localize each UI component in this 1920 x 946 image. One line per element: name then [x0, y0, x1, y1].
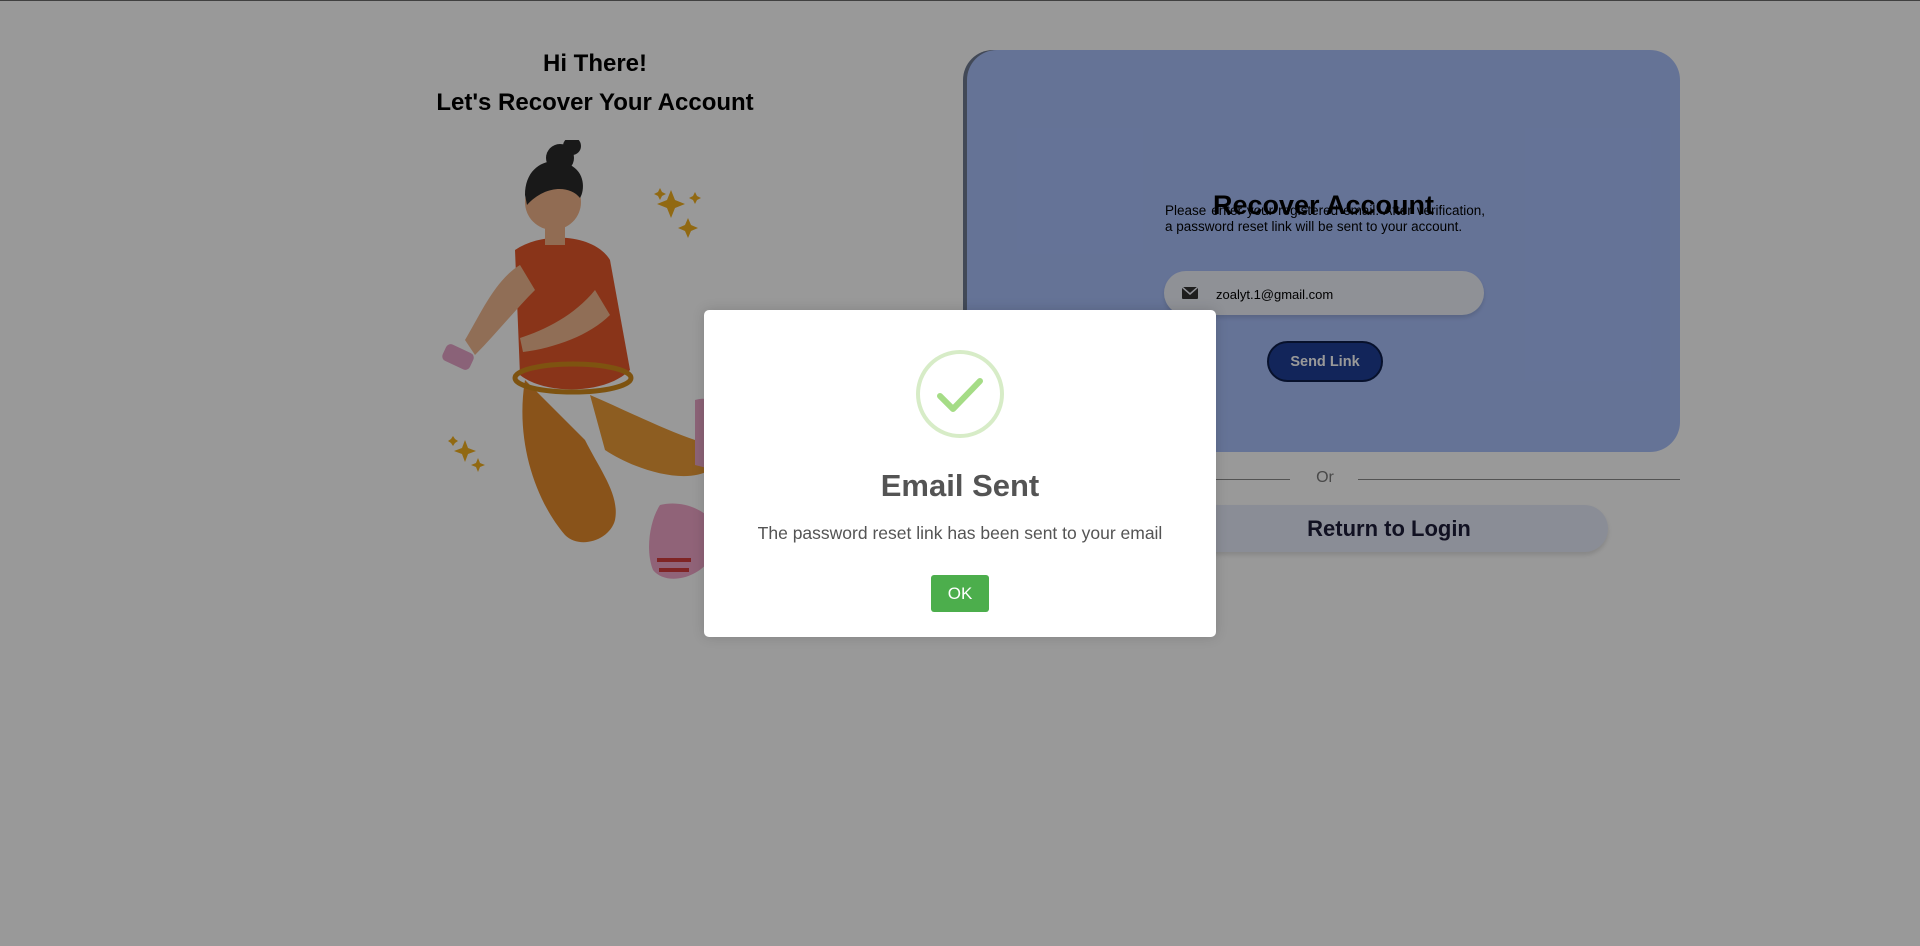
email-sent-dialog: Email Sent The password reset link has b… [704, 310, 1216, 637]
success-checkmark-icon [916, 350, 1004, 438]
dialog-message: The password reset link has been sent to… [757, 523, 1163, 543]
ok-button[interactable]: OK [931, 575, 989, 612]
dialog-title: Email Sent [880, 468, 1040, 503]
